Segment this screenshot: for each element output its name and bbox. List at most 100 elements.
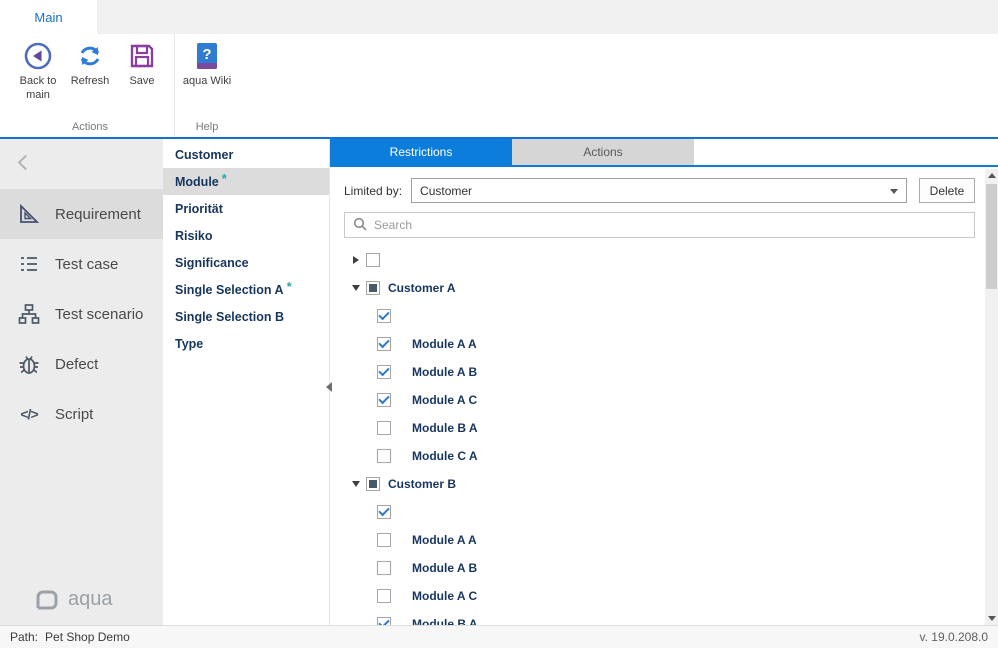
restrictions-body: Limited by: Customer Delete Customer A Mo…: [330, 169, 985, 625]
tree-checkbox[interactable]: [377, 617, 391, 625]
field-item-label: Single Selection B: [175, 310, 284, 324]
field-item[interactable]: Single Selection A*: [163, 276, 329, 303]
tree-checkbox[interactable]: [366, 253, 380, 267]
field-item[interactable]: Type: [163, 330, 329, 357]
tab-restrictions[interactable]: Restrictions: [330, 139, 512, 165]
tree-row[interactable]: Module A A: [344, 526, 975, 554]
tree-checkbox[interactable]: [377, 393, 391, 407]
field-item-label: Module: [175, 175, 219, 189]
vertical-scrollbar[interactable]: [985, 169, 998, 625]
limited-by-dropdown[interactable]: Customer: [411, 178, 907, 203]
field-item[interactable]: Single Selection B: [163, 303, 329, 330]
sidebar-item-label: Test scenario: [55, 306, 143, 323]
field-item[interactable]: Risiko: [163, 222, 329, 249]
expand-node-icon[interactable]: [348, 252, 364, 268]
field-item[interactable]: Module*: [163, 168, 329, 195]
tree-row[interactable]: Module B A: [344, 610, 975, 625]
sidebar-item-script[interactable]: </> Script: [0, 389, 163, 439]
tree-checkbox[interactable]: [377, 533, 391, 547]
aqua-logo: aqua: [34, 588, 113, 611]
collapse-panel-icon[interactable]: [326, 382, 332, 392]
tree-item-label: Module B A: [412, 421, 478, 435]
delete-button[interactable]: Delete: [919, 178, 975, 203]
sidebar-item-label: Script: [55, 406, 93, 423]
ribbon-group-label-help: Help: [181, 119, 233, 137]
content: Requirement Test case Test scenario Defe…: [0, 139, 998, 625]
tree-row[interactable]: [344, 498, 975, 526]
tree-checkbox[interactable]: [377, 561, 391, 575]
path-label: Path:: [10, 630, 38, 644]
sidebar: Requirement Test case Test scenario Defe…: [0, 139, 163, 625]
ribbon-tabstrip: Main: [0, 0, 998, 34]
search-box: [344, 212, 975, 238]
field-item-label: Risiko: [175, 229, 213, 243]
tree-row[interactable]: Module A C: [344, 386, 975, 414]
field-item[interactable]: Significance: [163, 249, 329, 276]
chevron-down-icon: [890, 189, 898, 194]
tree-row[interactable]: [344, 246, 975, 274]
tab-actions[interactable]: Actions: [512, 139, 694, 165]
scroll-up-icon[interactable]: [985, 169, 998, 182]
tree-item-label: Customer B: [388, 477, 456, 491]
sidebar-item-test-case[interactable]: Test case: [0, 239, 163, 289]
tree-row[interactable]: Module A B: [344, 358, 975, 386]
aqua-logo-icon: [34, 589, 60, 611]
svg-text:?: ?: [202, 46, 211, 63]
refresh-button[interactable]: Refresh: [64, 36, 116, 89]
sidebar-item-test-scenario[interactable]: Test scenario: [0, 289, 163, 339]
collapse-node-icon[interactable]: [348, 280, 364, 296]
test-case-icon: [16, 251, 42, 277]
field-item[interactable]: Customer: [163, 141, 329, 168]
tree-checkbox[interactable]: [377, 589, 391, 603]
tree-row[interactable]: Customer B: [344, 470, 975, 498]
aqua-wiki-label: aqua Wiki: [183, 75, 231, 89]
tree-checkbox[interactable]: [366, 477, 380, 491]
back-to-main-button[interactable]: Back to main: [12, 36, 64, 103]
tree-row[interactable]: Module A C: [344, 582, 975, 610]
tree-row[interactable]: Module C A: [344, 442, 975, 470]
collapse-node-icon[interactable]: [348, 476, 364, 492]
required-marker: *: [222, 171, 227, 186]
tree-row[interactable]: Module A A: [344, 330, 975, 358]
tree-item-label: Module A A: [412, 337, 477, 351]
tree-row[interactable]: Module A B: [344, 554, 975, 582]
save-button[interactable]: Save: [116, 36, 168, 89]
scroll-down-icon[interactable]: [985, 612, 998, 625]
tree-row[interactable]: [344, 302, 975, 330]
tree-row[interactable]: Module B A: [344, 414, 975, 442]
ribbon-tab-main[interactable]: Main: [0, 0, 97, 34]
status-bar: Path: Pet Shop Demo v. 19.0.208.0: [0, 625, 998, 648]
limited-by-label: Limited by:: [344, 184, 402, 198]
tree-item-label: Module A B: [412, 365, 477, 379]
wiki-icon: ?: [191, 40, 223, 72]
sidebar-item-label: Requirement: [55, 206, 141, 223]
tree-item-label: Module A C: [412, 589, 477, 603]
tree-checkbox[interactable]: [366, 281, 380, 295]
test-scenario-icon: [16, 301, 42, 327]
collapse-sidebar-icon[interactable]: [18, 155, 32, 169]
aqua-wiki-button[interactable]: ? aqua Wiki: [181, 36, 233, 89]
tree-item-label: Module A A: [412, 533, 477, 547]
tree-checkbox[interactable]: [377, 505, 391, 519]
search-input[interactable]: [374, 218, 966, 232]
field-item[interactable]: Priorität: [163, 195, 329, 222]
tree-item-label: Customer A: [388, 281, 456, 295]
tree-checkbox[interactable]: [377, 449, 391, 463]
required-marker: *: [287, 279, 292, 294]
restriction-tree: Customer A Module A A Module A B Module A C…: [344, 246, 975, 625]
limited-by-value: Customer: [420, 184, 472, 198]
tree-checkbox[interactable]: [377, 337, 391, 351]
sidebar-item-defect[interactable]: Defect: [0, 339, 163, 389]
sidebar-item-requirement[interactable]: Requirement: [0, 189, 163, 239]
tree-item-label: Module B A: [412, 617, 478, 625]
version-label: v. 19.0.208.0: [920, 630, 989, 644]
defect-bug-icon: [16, 351, 42, 377]
tree-row[interactable]: Customer A: [344, 274, 975, 302]
field-item-label: Single Selection A: [175, 283, 284, 297]
tree-checkbox[interactable]: [377, 421, 391, 435]
tree-checkbox[interactable]: [377, 309, 391, 323]
tree-checkbox[interactable]: [377, 365, 391, 379]
search-icon: [353, 217, 367, 234]
back-icon: [22, 40, 54, 72]
scrollbar-thumb[interactable]: [986, 184, 997, 289]
